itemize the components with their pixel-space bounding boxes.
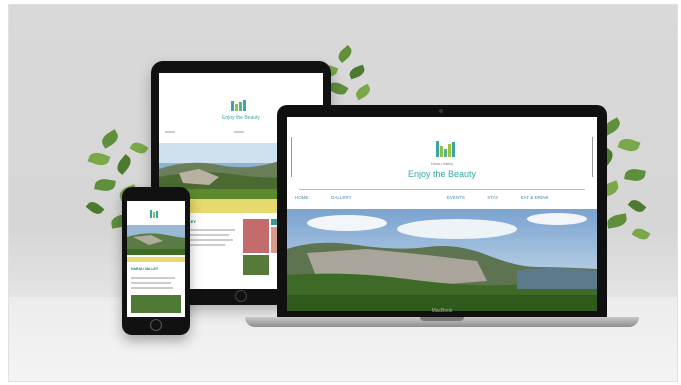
nav-item-home[interactable]: HOME [295,195,309,200]
nav-item-gallery[interactable]: GALLERY [331,195,352,200]
laptop-base [245,317,639,327]
laptop-screen: Harau Valley Enjoy the Beauty HOME GALLE… [287,117,597,311]
site-nav: HOME GALLERY EVENTS STAY EAT & DRINK [295,195,589,200]
nav-item-stay[interactable]: STAY [487,195,498,200]
nav-item-eat-drink[interactable]: EAT & DRINK [521,195,549,200]
laptop-notch [420,317,464,321]
laptop-brand: MacBook [431,308,453,314]
tablet-status-bar [159,73,323,79]
header-divider [299,189,585,190]
phone-home-button[interactable] [150,319,162,331]
harau-logo-icon [231,100,246,111]
webcam-icon [439,109,443,113]
phone-screen: HARAU VALLEY [127,201,185,317]
laptop-hero-image [287,209,597,311]
phone-heading: HARAU VALLEY [131,267,159,271]
nav-item-8[interactable] [571,195,589,200]
phone-device: HARAU VALLEY [122,187,190,335]
phone-hero-image [127,225,185,255]
mockup-scene: Enjoy the Beauty HARAU VALLEY [8,4,678,382]
harau-logo-icon [436,141,455,157]
logo-text: Harau Valley [430,161,454,166]
nav-item-3[interactable] [374,195,388,200]
nav-item-4[interactable] [410,195,424,200]
site-tagline: Enjoy the Beauty [407,169,477,179]
harau-logo-icon [150,210,158,218]
tablet-home-button[interactable] [235,290,247,302]
laptop-device: Harau Valley Enjoy the Beauty HOME GALLE… [277,105,607,319]
nav-item-events[interactable]: EVENTS [447,195,465,200]
